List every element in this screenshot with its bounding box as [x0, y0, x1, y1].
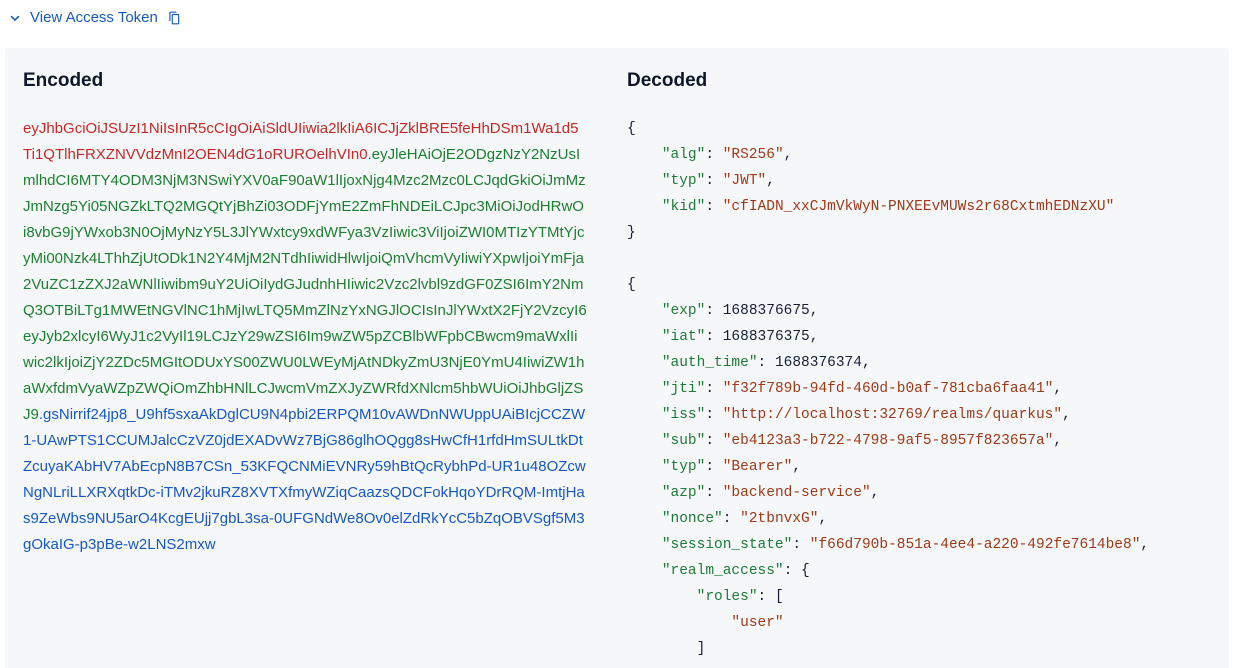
jwt-signature-segment: gsNirrif24jp8_U9hf5sxaAkDglCU9N4pbi2ERPQ…	[23, 406, 586, 553]
token-panel: Encoded eyJhbGciOiJSUzI1NiIsInR5cCIgOiAi…	[5, 48, 1229, 668]
view-access-token-toggle[interactable]: View Access Token	[0, 8, 1234, 28]
encoded-token: eyJhbGciOiJSUzI1NiIsInR5cCIgOiAiSldUIiwi…	[23, 116, 587, 558]
clipboard-icon[interactable]	[166, 10, 182, 26]
view-access-token-label: View Access Token	[30, 8, 158, 28]
encoded-heading: Encoded	[23, 70, 587, 92]
decoded-heading: Decoded	[627, 70, 1191, 92]
decoded-column: Decoded { "alg": "RS256", "typ": "JWT", …	[607, 70, 1211, 662]
decoded-json: { "alg": "RS256", "typ": "JWT", "kid": "…	[627, 116, 1191, 662]
jwt-payload-segment: eyJleHAiOjE2ODgzNzY2NzUsImlhdCI6MTY4ODM3…	[23, 146, 587, 423]
chevron-down-icon	[6, 9, 24, 27]
encoded-column: Encoded eyJhbGciOiJSUzI1NiIsInR5cCIgOiAi…	[23, 70, 607, 662]
